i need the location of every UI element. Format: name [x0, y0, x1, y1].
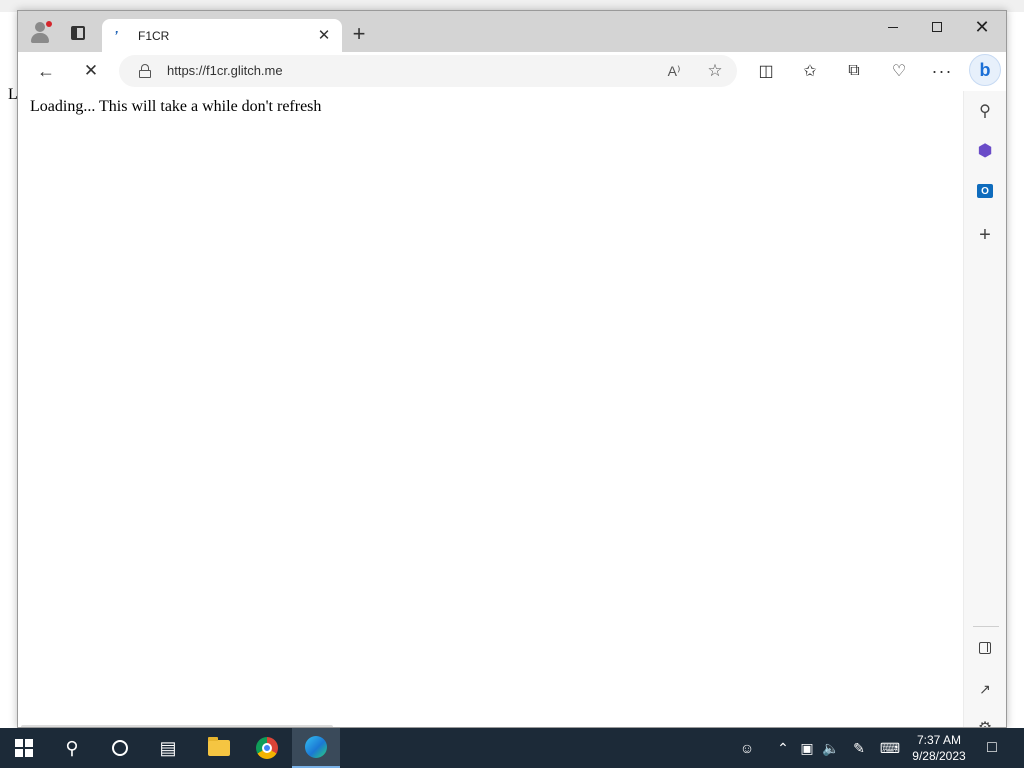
- minimize-icon: [888, 26, 898, 28]
- edge-sidebar: ⚲ ⬢ O + ↗ ⚙: [963, 91, 1006, 727]
- bing-chat-icon[interactable]: b: [969, 54, 1001, 86]
- read-aloud-icon[interactable]: A⁾: [662, 60, 686, 82]
- collections-icon[interactable]: ⧉: [839, 57, 869, 85]
- notifications-icon[interactable]: □: [978, 728, 1006, 768]
- close-window-button[interactable]: ✕: [959, 11, 1005, 43]
- pen-workspace-icon[interactable]: ✎: [848, 728, 870, 768]
- clock-time: 7:37 AM: [916, 733, 962, 747]
- people-icon[interactable]: ☺: [735, 728, 759, 768]
- start-icon: [15, 739, 33, 757]
- address-bar[interactable]: https://f1cr.glitch.me A⁾ ☆: [119, 55, 737, 87]
- browser-essentials-icon[interactable]: ♡: [884, 57, 914, 85]
- profile-avatar-icon: [35, 22, 45, 32]
- tab-actions-icon: [71, 26, 85, 40]
- close-tab-button[interactable]: ✕: [314, 25, 334, 45]
- more-icon[interactable]: ···: [927, 57, 957, 85]
- hide-sidebar-icon[interactable]: [970, 633, 1000, 663]
- browser-toolbar: ← ✕ https://f1cr.glitch.me A⁾ ☆ ◫ ✩ ⧉ ♡ …: [18, 52, 1006, 90]
- volume-muted-icon[interactable]: 🔈: [820, 728, 842, 768]
- edge-button[interactable]: [292, 728, 340, 768]
- minimize-button[interactable]: [870, 11, 916, 43]
- split-screen-icon[interactable]: ◫: [751, 57, 781, 85]
- loading-message: Loading... This will take a while don't …: [30, 98, 322, 115]
- chrome-button[interactable]: [243, 728, 291, 768]
- tab-f1cr[interactable]: ’ F1CR ✕: [102, 19, 342, 53]
- new-tab-button[interactable]: +: [345, 19, 373, 49]
- cortana-button[interactable]: [96, 728, 144, 768]
- close-icon: ✕: [974, 16, 990, 37]
- task-view-icon: ▤: [159, 737, 177, 758]
- back-button[interactable]: ←: [31, 56, 61, 86]
- sidebar-divider: [973, 626, 999, 627]
- cortana-icon: [112, 740, 128, 756]
- glitch-favicon-icon: ’: [114, 28, 118, 43]
- url-text[interactable]: https://f1cr.glitch.me: [167, 63, 283, 78]
- network-icon[interactable]: ▣: [796, 728, 818, 768]
- chrome-icon: [256, 737, 278, 759]
- edge-icon: [305, 736, 327, 758]
- taskbar: ⚲ ▤ ☺ ⌃ ▣ 🔈 ✎ ⌨ 7:37 AM 9/28/2023 □: [0, 728, 1024, 768]
- lock-icon[interactable]: [139, 64, 151, 78]
- web-page-content: Loading... This will take a while don't …: [21, 91, 963, 727]
- external-link-icon[interactable]: ↗: [970, 674, 1000, 704]
- tab-title: F1CR: [138, 29, 170, 43]
- favorite-star-icon[interactable]: ☆: [703, 60, 727, 82]
- outlook-icon[interactable]: O: [970, 176, 1000, 206]
- stop-loading-button[interactable]: ✕: [76, 56, 106, 86]
- maximize-icon: [932, 22, 942, 32]
- arrow-left-icon: ←: [37, 60, 55, 81]
- start-button[interactable]: [0, 728, 48, 768]
- maximize-button[interactable]: [914, 11, 960, 43]
- office-icon[interactable]: ⬢: [970, 136, 1000, 166]
- clock[interactable]: 7:37 AM 9/28/2023: [906, 728, 972, 768]
- touch-keyboard-icon[interactable]: ⌨: [876, 728, 904, 768]
- show-hidden-icons-chevron-icon[interactable]: ⌃: [773, 728, 793, 768]
- search-icon[interactable]: ⚲: [970, 96, 1000, 126]
- search-button[interactable]: ⚲: [48, 728, 96, 768]
- profile-button[interactable]: [25, 17, 57, 49]
- settings-icon[interactable]: ⚙: [970, 713, 1000, 727]
- panel-glyph: [979, 642, 991, 654]
- browser-window: ’ F1CR ✕ + ✕ ← ✕ https://f1cr.glitch.me …: [17, 10, 1007, 728]
- add-icon[interactable]: +: [970, 220, 1000, 250]
- clock-date: 9/28/2023: [912, 749, 966, 763]
- lock-body: [139, 70, 151, 78]
- profile-avatar-body: [31, 33, 49, 43]
- outlook-glyph: O: [977, 184, 993, 198]
- stop-icon: ✕: [83, 61, 99, 80]
- title-bar: ’ F1CR ✕ + ✕: [18, 11, 1006, 53]
- file-explorer-button[interactable]: [195, 728, 243, 768]
- file-explorer-icon: [208, 737, 230, 756]
- profile-notification-dot: [46, 21, 52, 27]
- tab-actions-button[interactable]: [62, 17, 94, 49]
- favorites-icon[interactable]: ✩: [795, 57, 825, 85]
- search-icon: ⚲: [65, 737, 79, 758]
- task-view-button[interactable]: ▤: [144, 728, 192, 768]
